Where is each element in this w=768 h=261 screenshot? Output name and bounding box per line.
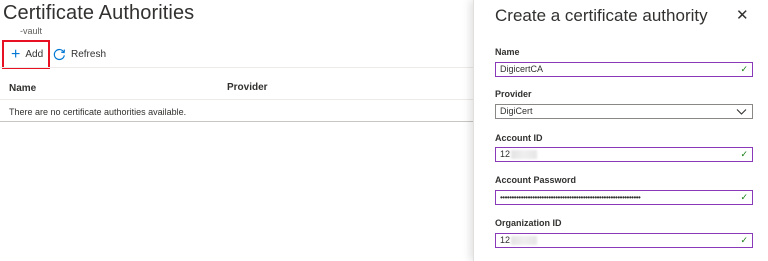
empty-table-message: There are no certificate authorities ava… [9,107,187,117]
account-id-input[interactable]: 12 ✓ [495,147,753,162]
add-button[interactable]: + Add [2,40,50,69]
header-divider [0,99,473,100]
close-icon[interactable]: ✕ [736,8,749,23]
certificate-authorities-pane: Certificate Authorities -vault + Add Ref… [0,0,473,261]
table-bottom-divider [0,121,473,122]
account-id-label: Account ID [495,133,543,143]
toolbar: + Add Refresh [0,40,473,70]
page-subtitle: -vault [20,26,43,36]
refresh-button-label: Refresh [71,49,107,60]
provider-label: Provider [495,89,532,99]
column-header-name[interactable]: Name [9,83,36,94]
account-password-value: ••••••••••••••••••••••••••••••••••••••••… [500,193,641,202]
create-certificate-authority-blade: Create a certificate authority ✕ Name Di… [473,0,768,261]
account-id-value: 12 [500,149,511,159]
check-icon: ✓ [740,235,748,245]
redacted-region [511,150,538,160]
check-icon: ✓ [738,191,748,204]
check-icon: ✓ [740,149,748,159]
refresh-icon [53,48,65,61]
add-button-label: Add [25,49,44,60]
organization-id-value: 12 [500,235,511,245]
column-header-provider[interactable]: Provider [227,82,268,93]
toolbar-divider [0,67,473,68]
name-value: DigicertCA [500,64,544,74]
page-title: Certificate Authorities [3,2,195,24]
name-label: Name [495,47,520,57]
organization-id-input[interactable]: 12 ✓ [495,233,753,248]
redacted-region [511,236,538,246]
app-root: Certificate Authorities -vault + Add Ref… [0,0,768,261]
refresh-button[interactable]: Refresh [53,40,106,69]
check-icon: ✓ [740,64,748,74]
blade-title: Create a certificate authority [495,6,708,25]
organization-id-label: Organization ID [495,218,562,228]
provider-select[interactable]: DigiCert [495,104,753,119]
account-password-label: Account Password [495,175,577,185]
name-input[interactable]: DigicertCA ✓ [495,62,753,77]
plus-icon: + [11,45,21,63]
account-password-input[interactable]: ••••••••••••••••••••••••••••••••••••••••… [495,190,753,205]
provider-value: DigiCert [500,106,533,116]
chevron-down-icon [736,109,747,115]
